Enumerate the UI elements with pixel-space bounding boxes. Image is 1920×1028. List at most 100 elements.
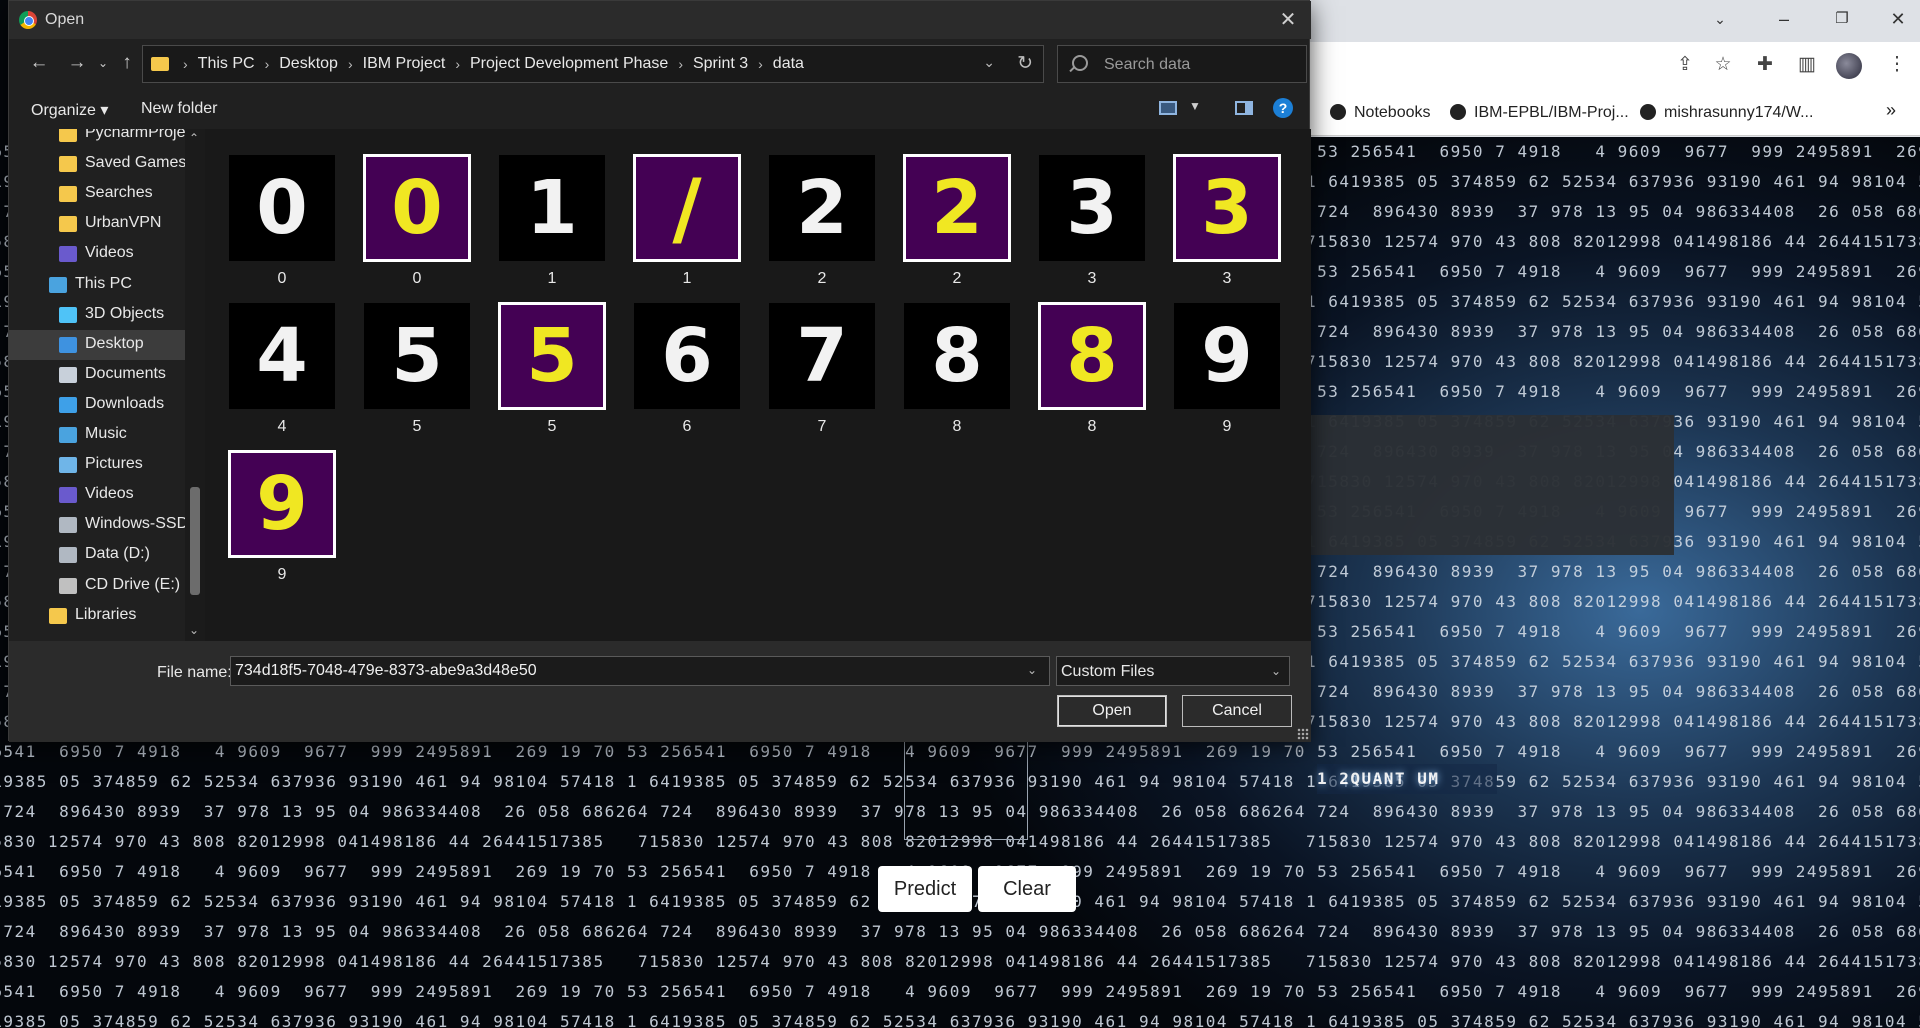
address-bar[interactable]: › This PC › Desktop › IBM Project › Proj… <box>142 45 1044 83</box>
file-name: 8 <box>1087 418 1097 435</box>
matrix-row: 64 724 896430 8939 37 978 13 95 04 98633… <box>0 922 1920 941</box>
chevron-down-icon[interactable]: ⌄ <box>983 54 995 71</box>
dialog-footer: File name: ⌄ Custom Files ⌄ Open Cancel <box>9 641 1311 742</box>
bookmark-star-icon[interactable]: ☆ <box>1710 52 1736 78</box>
chevron-right-icon[interactable]: › <box>678 56 683 72</box>
search-input[interactable] <box>1104 54 1299 76</box>
navigation-scrollbar[interactable]: ⌃ ⌄ <box>185 129 205 641</box>
more-bookmarks-icon[interactable]: » <box>1886 100 1896 121</box>
scrollbar-thumb[interactable] <box>190 487 200 595</box>
breadcrumb-data[interactable]: data <box>773 55 804 73</box>
music-icon <box>59 427 77 443</box>
sidebar-item-label: CD Drive (E:) <box>85 575 181 593</box>
sidebar-item-music[interactable]: Music <box>9 420 185 450</box>
file-item-2[interactable]: 22 <box>767 139 877 287</box>
file-type-select[interactable]: Custom Files ⌄ <box>1056 656 1290 686</box>
bookmark-mishrasunny[interactable]: mishrasunny174/W... <box>1640 104 1813 122</box>
navigation-bar: ← → ⌄ ↑ › This PC › Desktop › IBM Projec… <box>9 39 1311 89</box>
close-icon[interactable]: ✕ <box>1275 7 1301 33</box>
extensions-icon[interactable]: ✚ <box>1752 52 1778 78</box>
tab-search-icon[interactable]: ⌄ <box>1708 8 1732 30</box>
digit-glyph: 2 <box>931 165 983 251</box>
sidebar-item-pictures[interactable]: Pictures <box>9 450 185 480</box>
sidebar-item-3d-objects[interactable]: 3D Objects <box>9 300 185 330</box>
scroll-down-icon[interactable]: ⌄ <box>189 623 199 637</box>
file-item-8-plot[interactable]: 88 <box>1037 287 1147 435</box>
file-item-5-plot[interactable]: 55 <box>497 287 607 435</box>
window-close-icon[interactable]: ✕ <box>1886 8 1910 30</box>
file-item-1-plot[interactable]: /1 <box>632 139 742 287</box>
up-arrow-icon[interactable]: ↑ <box>115 51 139 75</box>
resize-grip-icon[interactable] <box>1297 728 1309 740</box>
drawing-canvas[interactable] <box>904 740 1028 840</box>
breadcrumb-this-pc[interactable]: This PC <box>198 55 255 73</box>
menu-icon[interactable]: ⋮ <box>1884 52 1910 78</box>
chevron-right-icon[interactable]: › <box>348 56 353 72</box>
breadcrumb-ibm-project[interactable]: IBM Project <box>363 55 446 73</box>
forward-arrow-icon[interactable]: → <box>65 51 89 75</box>
file-item-9-plot[interactable]: 99 <box>227 435 337 583</box>
restore-icon[interactable]: ❐ <box>1830 8 1854 30</box>
open-button[interactable]: Open <box>1057 695 1167 727</box>
breadcrumb-desktop[interactable]: Desktop <box>279 55 338 73</box>
file-name: 7 <box>817 418 827 435</box>
back-arrow-icon[interactable]: ← <box>27 51 51 75</box>
chevron-right-icon[interactable]: › <box>758 56 763 72</box>
breadcrumb-sprint-3[interactable]: Sprint 3 <box>693 55 748 73</box>
file-item-0-plot[interactable]: 00 <box>362 139 472 287</box>
change-view-icon[interactable] <box>1159 101 1177 115</box>
sidebar-item-videos[interactable]: Videos <box>9 480 185 510</box>
side-panel-icon[interactable]: ▥ <box>1794 52 1820 78</box>
file-item-7[interactable]: 77 <box>767 287 877 435</box>
sidebar-item-windows-ssd[interactable]: Windows-SSD <box>9 510 185 540</box>
sidebar-item-searches[interactable]: Searches <box>9 179 185 209</box>
file-item-8[interactable]: 88 <box>902 287 1012 435</box>
breadcrumb-project-development-phase[interactable]: Project Development Phase <box>470 55 668 73</box>
file-name-input[interactable] <box>230 656 1050 686</box>
chevron-down-icon[interactable]: ⌄ <box>1027 663 1037 677</box>
bookmark-ibm-epbl[interactable]: IBM-EPBL/IBM-Proj... <box>1450 104 1629 122</box>
sidebar-item-pycharmprojects[interactable]: PycharmProjects <box>9 129 185 149</box>
file-item-5[interactable]: 55 <box>362 287 472 435</box>
digit-image-thumbnail: 7 <box>769 303 875 409</box>
sidebar-item-saved-games[interactable]: Saved Games <box>9 149 185 179</box>
chevron-right-icon[interactable]: › <box>265 56 270 72</box>
view-options-dropdown-icon[interactable]: ▼ <box>1189 99 1201 113</box>
new-folder-button[interactable]: New folder <box>141 100 217 118</box>
refresh-icon[interactable]: ↻ <box>1017 52 1033 75</box>
help-icon[interactable]: ? <box>1273 98 1293 118</box>
file-item-9[interactable]: 99 <box>1172 287 1282 435</box>
minimize-icon[interactable]: – <box>1772 8 1796 30</box>
file-item-4[interactable]: 44 <box>227 287 337 435</box>
clear-button[interactable]: Clear <box>978 866 1076 912</box>
recent-locations-icon[interactable]: ⌄ <box>91 51 115 75</box>
sidebar-item-data-d[interactable]: Data (D:) <box>9 540 185 570</box>
share-icon[interactable]: ⇪ <box>1672 52 1698 78</box>
file-item-6[interactable]: 66 <box>632 287 742 435</box>
digit-glyph: 6 <box>661 313 713 399</box>
file-item-1[interactable]: 11 <box>497 139 607 287</box>
organize-button[interactable]: Organize ▾ <box>31 100 108 120</box>
file-item-3[interactable]: 33 <box>1037 139 1147 287</box>
chevron-right-icon[interactable]: › <box>455 56 460 72</box>
sidebar-item-cd-drive-e[interactable]: CD Drive (E:) <box>9 571 185 601</box>
sidebar-item-videos[interactable]: Videos <box>9 239 185 269</box>
predict-button[interactable]: Predict <box>878 866 972 912</box>
cancel-button[interactable]: Cancel <box>1182 695 1292 727</box>
bookmark-notebooks[interactable]: Notebooks <box>1330 104 1431 122</box>
pictures-icon <box>59 457 77 474</box>
file-item-0[interactable]: 00 <box>227 139 337 287</box>
profile-avatar[interactable] <box>1836 53 1862 79</box>
sidebar-item-urbanvpn[interactable]: UrbanVPN <box>9 209 185 239</box>
preview-pane-icon[interactable] <box>1235 101 1253 115</box>
sidebar-item-downloads[interactable]: Downloads <box>9 390 185 420</box>
scroll-up-icon[interactable]: ⌃ <box>189 131 199 145</box>
sidebar-item-desktop[interactable]: Desktop <box>9 329 185 360</box>
file-item-2-plot[interactable]: 22 <box>902 139 1012 287</box>
sidebar-item-this-pc[interactable]: This PC <box>9 270 185 300</box>
file-name: 6 <box>682 418 692 435</box>
folder-icon <box>59 216 77 233</box>
file-item-3-plot[interactable]: 33 <box>1172 139 1282 287</box>
sidebar-item-libraries[interactable]: Libraries <box>9 601 185 631</box>
sidebar-item-documents[interactable]: Documents <box>9 360 185 390</box>
